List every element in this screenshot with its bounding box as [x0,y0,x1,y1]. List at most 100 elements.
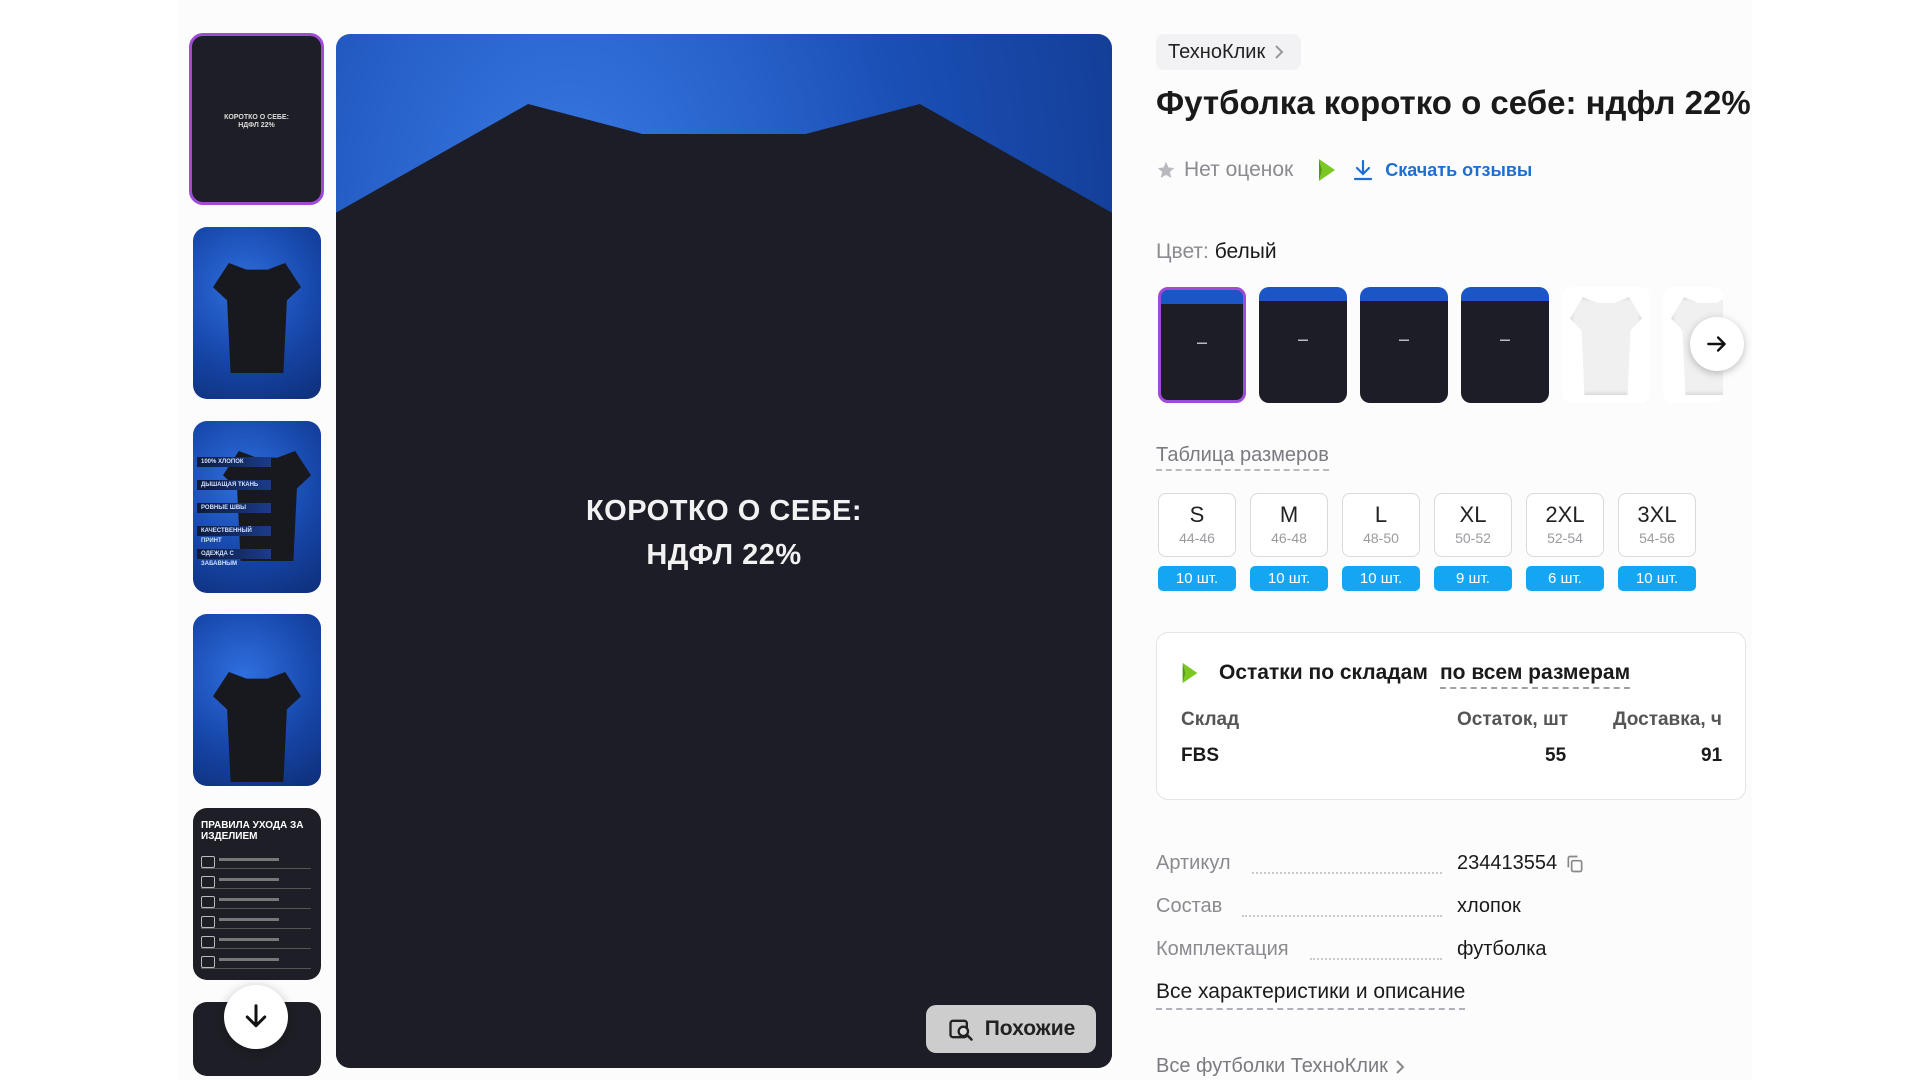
print-caption-line2: НДФЛ 22% [646,539,802,571]
size-option-m[interactable]: M 46-48 [1250,493,1328,557]
arrow-down-icon [245,1004,267,1028]
size-option-s[interactable]: S 44-46 [1158,493,1236,557]
size-qty-badge: 10 шт. [1342,566,1420,591]
size-range: 46-48 [1271,530,1307,546]
brand-link[interactable]: ТехноКлик [1156,34,1302,70]
download-reviews-link[interactable]: Скачать отзывы [1385,160,1532,181]
all-brand-tees-link[interactable]: Все футболки ТехноКлик [1156,1055,1406,1078]
size-name: XL [1459,502,1487,527]
composition-label: Состав [1156,895,1223,917]
size-name: M [1279,502,1299,527]
size-option-l[interactable]: L 48-50 [1342,493,1420,557]
rating-row: Нет оценок Скачать отзывы [1156,156,1532,184]
star-icon [1157,161,1175,178]
thumbnail-1[interactable]: КОРОТКО О СЕБЕ: НДФЛ 22% [189,33,324,205]
stock-title: Остатки по складам [1219,661,1428,684]
color-value: белый [1214,240,1277,263]
tshirt-back-image [213,672,301,782]
color-swatch-1[interactable]: ▬▬ [1158,287,1246,403]
feature-bar: 100% ХЛОПОК [197,457,271,467]
dotted-leader [1252,872,1442,874]
size-name: L [1374,502,1388,527]
warehouse-name: FBS [1181,745,1219,766]
size-table-link[interactable]: Таблица размеров [1156,444,1329,471]
size-qty-badge: 6 шт. [1526,566,1604,591]
remaining-value: 55 [1545,745,1567,766]
col-delivery-header: Доставка, ч [1613,709,1722,730]
swatch-print: ▬▬ [1399,337,1409,343]
product-title: Футболка коротко о себе: ндфл 22% [1156,84,1751,121]
size-qty-badge: 10 шт. [1618,566,1696,591]
size-range: 50-52 [1455,530,1491,546]
care-row [201,954,311,969]
similar-button[interactable]: Похожие [926,1005,1096,1053]
set-label: Комплектация [1156,938,1289,960]
swatch-print: ▬▬ [1500,337,1510,343]
set-value: футболка [1457,938,1547,960]
thumbnail-2[interactable] [193,227,321,399]
download-icon[interactable] [1351,158,1375,182]
scroll-down-button[interactable] [224,985,288,1049]
thumbnail-3[interactable]: 100% ХЛОПОК ДЫШАЩАЯ ТКАНЬ РОВНЫЕ ШВЫ КАЧ… [193,421,321,593]
size-qty-badge: 10 шт. [1250,566,1328,591]
thumbnail-4[interactable] [193,614,321,786]
care-row [201,934,311,949]
tshirt-image [213,263,301,373]
dotted-leader [1242,915,1442,917]
size-range: 52-54 [1547,530,1583,546]
swatch-print: ▬▬ [1197,340,1207,346]
care-row [201,894,311,909]
size-range: 44-46 [1179,530,1215,546]
color-swatch-3[interactable]: ▬▬ [1360,287,1448,403]
col-remaining-header: Остаток, шт [1457,709,1569,730]
all-brand-tees-label: Все футболки ТехноКлик [1156,1055,1388,1077]
brand-logo-icon [1319,159,1336,181]
all-sizes-dropdown[interactable]: по всем размерам [1440,661,1631,689]
search-similar-icon [949,1019,973,1041]
thumbnail-5[interactable]: ПРАВИЛА УХОДА ЗА ИЗДЕЛИЕМ [193,808,321,980]
color-label: Цвет: [1156,240,1209,263]
feature-bar: ДЫШАЩАЯ ТКАНЬ [197,480,271,490]
chevron-right-icon [1275,45,1284,59]
size-qty-badge: 10 шт. [1158,566,1236,591]
product-page: КОРОТКО О СЕБЕ: НДФЛ 22% 100% ХЛОПОК ДЫШ… [0,0,1920,1080]
print-caption: КОРОТКО О СЕБЕ: НДФЛ 22% [336,489,1112,577]
color-swatch-2[interactable]: ▬▬ [1259,287,1347,403]
size-option-3xl[interactable]: 3XL 54-56 [1618,493,1696,557]
size-option-2xl[interactable]: 2XL 52-54 [1526,493,1604,557]
care-row [201,874,311,889]
chevron-right-icon [1396,1059,1405,1074]
all-specs-link[interactable]: Все характеристики и описание [1156,980,1466,1010]
main-product-image[interactable]: КОРОТКО О СЕБЕ: НДФЛ 22% [336,34,1112,1068]
size-range: 54-56 [1639,530,1675,546]
care-row [201,854,311,869]
print-caption-line1: КОРОТКО О СЕБЕ: [585,495,863,527]
arrow-right-icon [1707,336,1726,352]
brand-logo-icon [1182,662,1198,684]
no-ratings-text: Нет оценок [1184,158,1294,181]
size-range: 48-50 [1363,530,1399,546]
thumbnail-1-text: КОРОТКО О СЕБЕ: НДФЛ 22% [224,114,289,129]
feature-bar: ОДЕЖДА С ЗАБАВНЫМ [197,549,271,567]
size-option-xl[interactable]: XL 50-52 [1434,493,1512,557]
composition-value: хлопок [1457,895,1521,917]
size-name: S [1189,502,1205,527]
copy-icon[interactable] [1565,854,1585,874]
color-swatch-5[interactable] [1562,287,1650,403]
feature-bar: РОВНЫЕ ШВЫ [197,503,271,513]
size-qty-badge: 9 шт. [1434,566,1512,591]
brand-name: ТехноКлик [1168,40,1266,63]
feature-bar: КАЧЕСТВЕННЫЙ ПРИНТ [197,526,271,544]
swatches-next-button[interactable] [1690,317,1744,371]
color-swatch-4[interactable]: ▬▬ [1461,287,1549,403]
article-row: 234413554 [1457,852,1585,875]
care-row [201,914,311,929]
article-label: Артикул [1156,852,1231,874]
swatch-print: ▬▬ [1298,337,1308,343]
tshirt-image [336,104,1112,1068]
care-title: ПРАВИЛА УХОДА ЗА ИЗДЕЛИЕМ [201,820,304,842]
white-tshirt-image [1570,297,1642,395]
warehouse-stock-card: Остатки по складам по всем размерам Скла… [1156,632,1746,800]
dotted-leader [1310,958,1442,960]
delivery-value: 91 [1701,745,1723,766]
